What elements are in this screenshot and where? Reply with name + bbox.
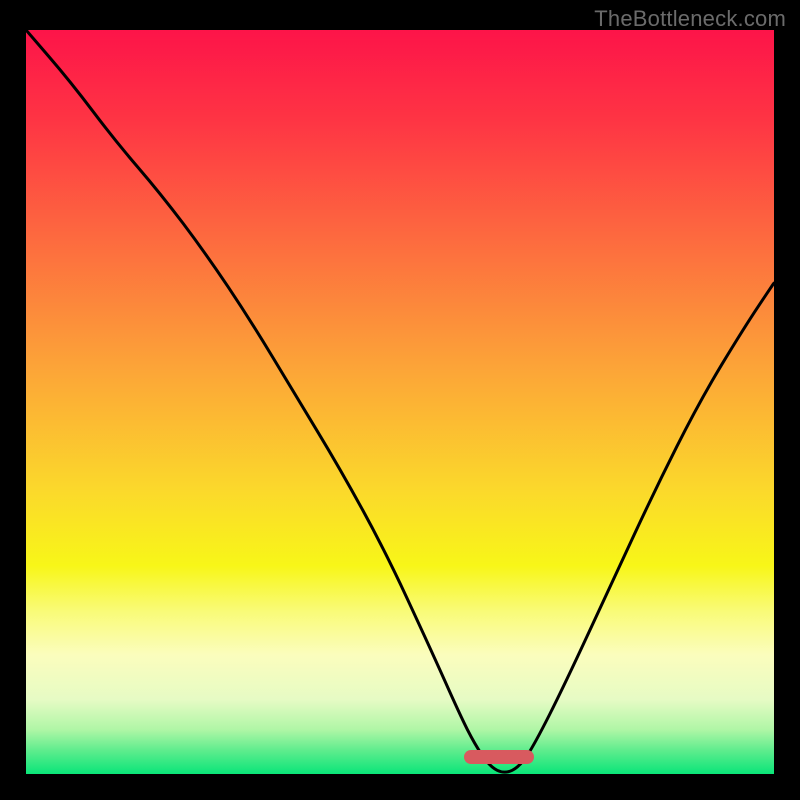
curve-path [26,30,774,772]
watermark-label: TheBottleneck.com [594,6,786,32]
bottleneck-curve [26,30,774,774]
plot-area [26,30,774,774]
chart-frame: TheBottleneck.com [0,0,800,800]
optimal-zone-marker [464,750,534,764]
